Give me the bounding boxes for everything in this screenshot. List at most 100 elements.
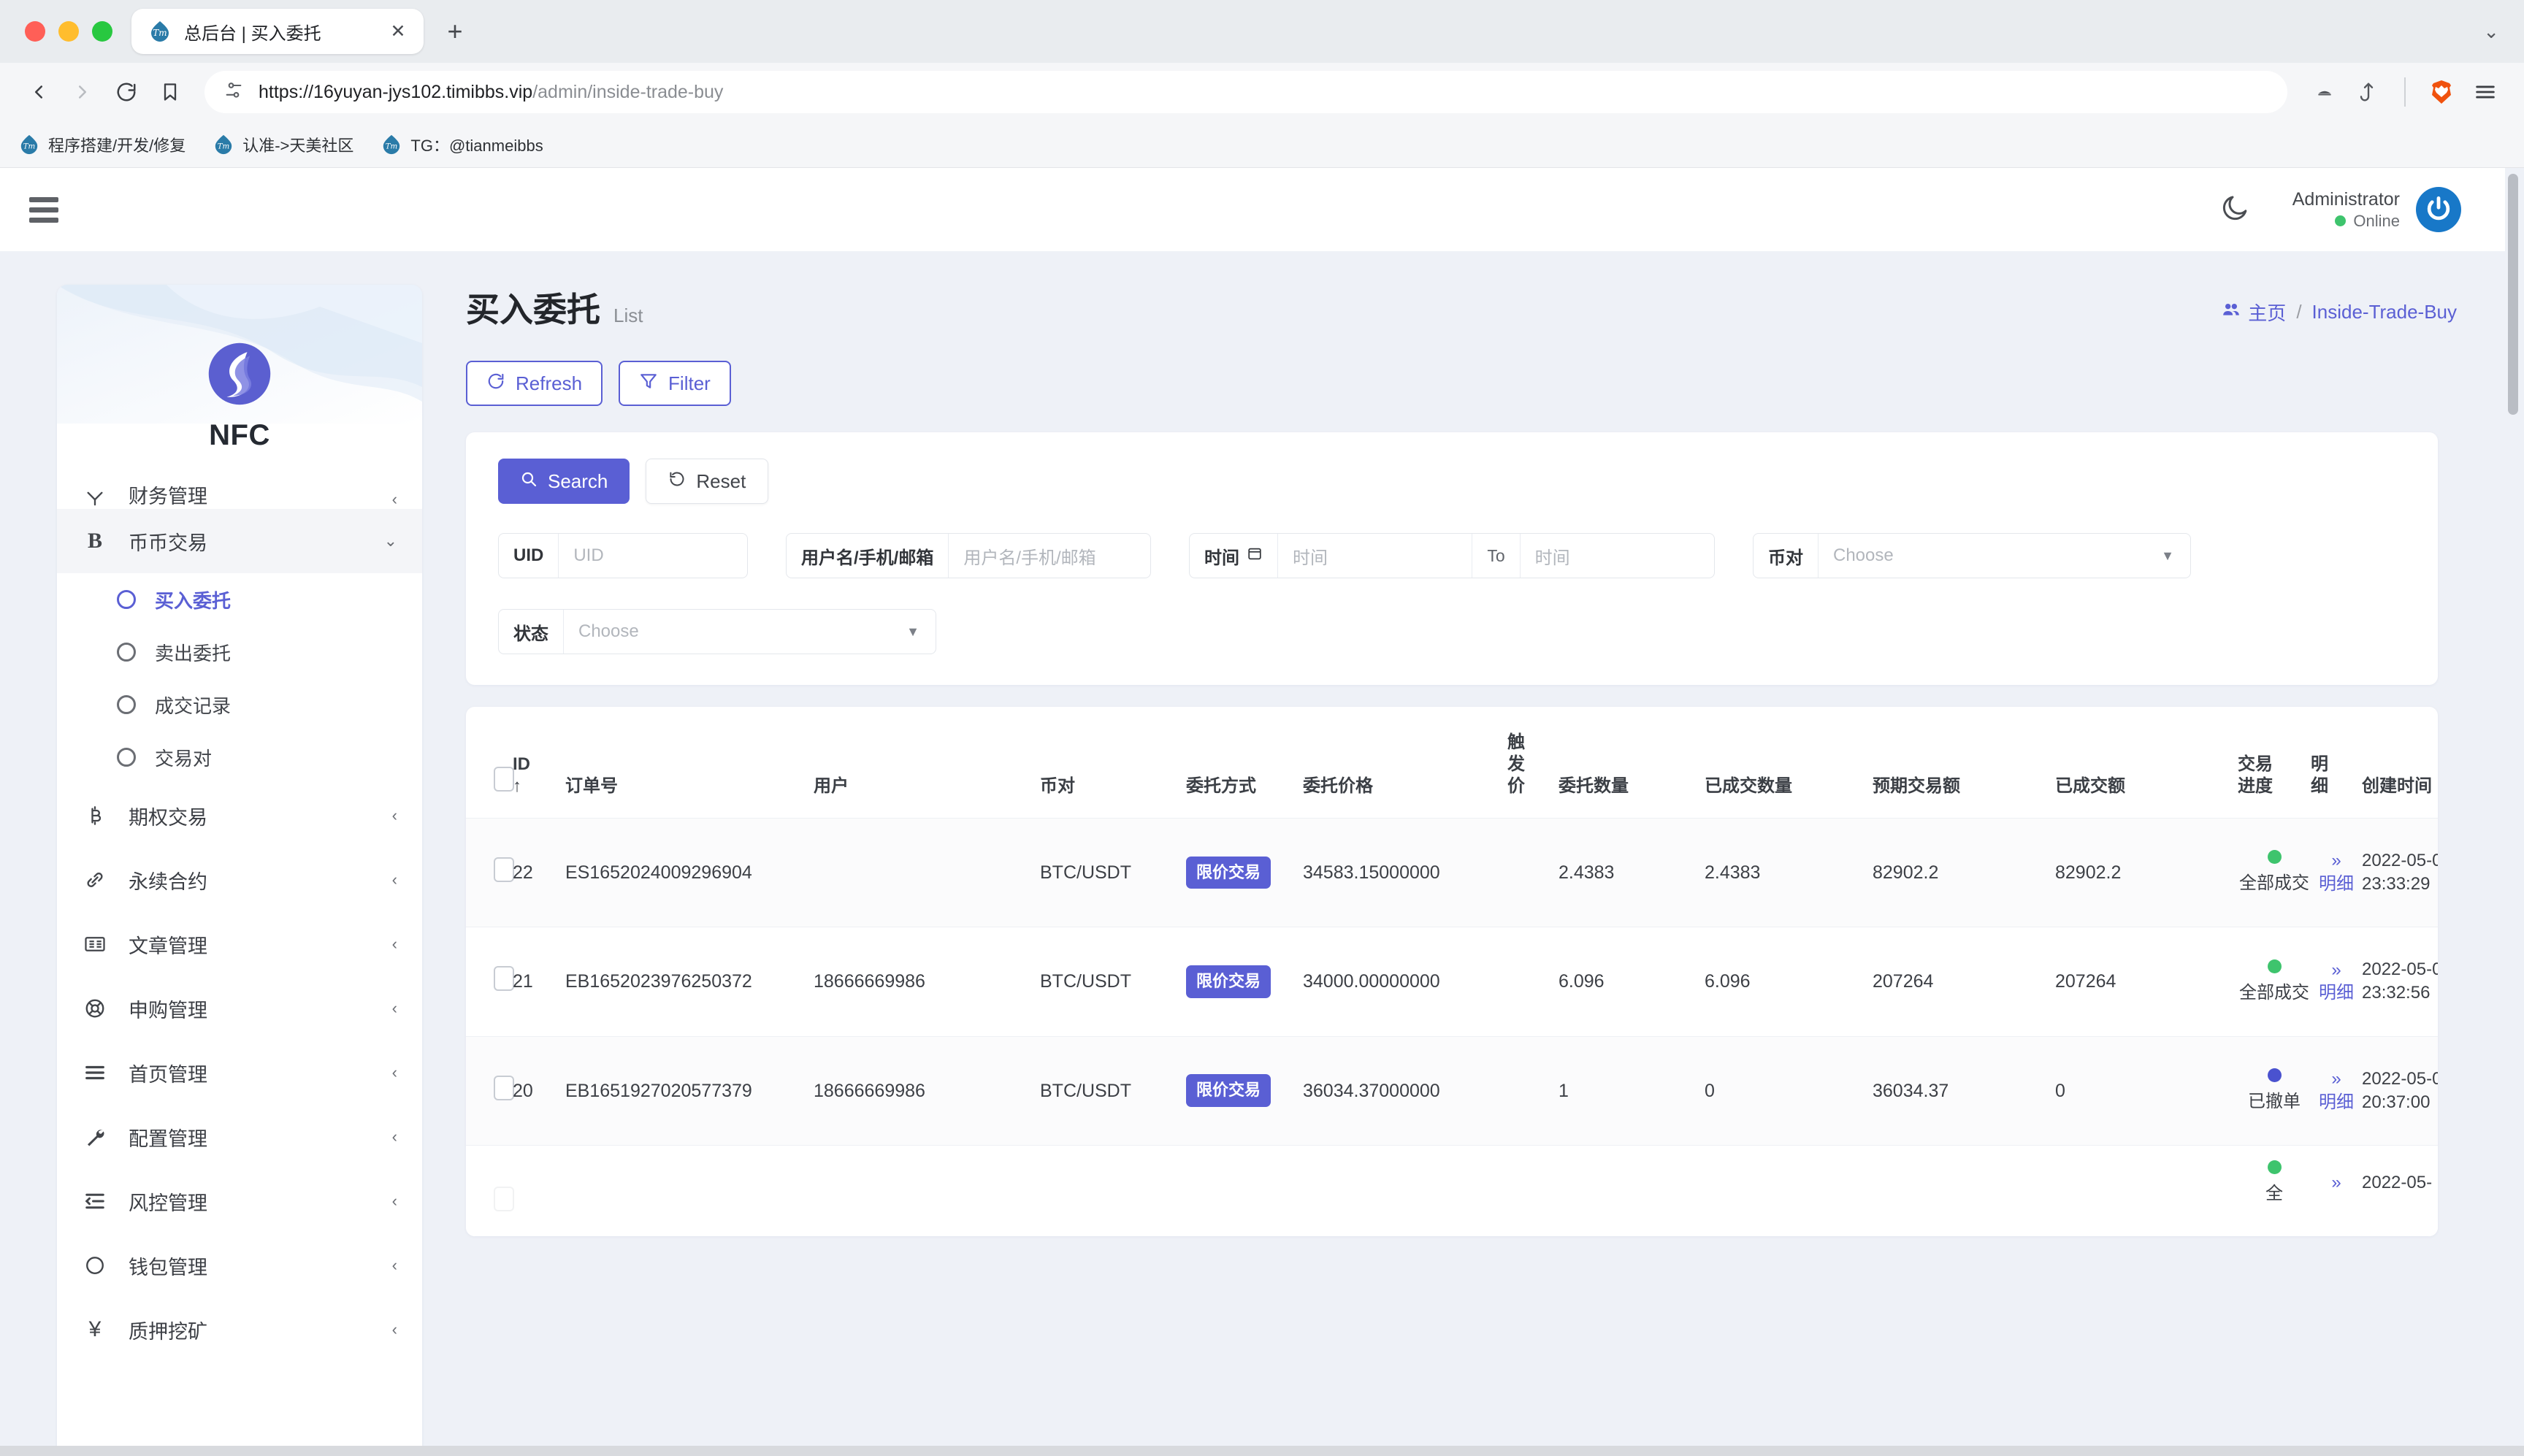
divider [2404, 77, 2406, 107]
minimize-window-button[interactable] [58, 21, 79, 42]
sidebar-item-risk-control[interactable]: 风控管理 ‹ [57, 1169, 422, 1233]
cell-detail[interactable]: » [2311, 1144, 2362, 1236]
search-button[interactable]: Search [498, 459, 630, 504]
chevron-down-icon[interactable]: ▼ [906, 610, 936, 654]
tab-strip: Tm 总后台 | 买入委托 ✕ + ⌄ [0, 0, 2524, 63]
page-scrollbar-thumb[interactable] [2508, 174, 2518, 415]
progress-label: 全 [2265, 1183, 2283, 1203]
window-traffic-lights [25, 21, 112, 42]
sidebar-item-trade-pair[interactable]: 交易对 [57, 731, 422, 783]
share-icon[interactable] [2349, 72, 2388, 112]
cell-detail[interactable]: » 明细 [2311, 817, 2362, 927]
row-checkbox[interactable] [494, 1186, 514, 1211]
row-checkbox[interactable] [494, 966, 514, 992]
sidebar-item-config[interactable]: 配置管理 ‹ [57, 1105, 422, 1169]
sidebar-item-label: 财务管理 [129, 486, 207, 507]
cell-detail[interactable]: » 明细 [2311, 927, 2362, 1037]
table-row[interactable]: 21 EB1652023976250372 18666669986 BTC/US… [466, 927, 2438, 1037]
row-checkbox[interactable] [494, 1075, 514, 1100]
browser-menu-icon[interactable] [2466, 72, 2505, 112]
forward-button[interactable] [63, 72, 102, 112]
sidebar-item-staking[interactable]: ¥ 质押挖矿 ‹ [57, 1298, 422, 1362]
col-header-id[interactable]: ID ↑ [513, 707, 565, 819]
close-tab-icon[interactable]: ✕ [386, 19, 410, 44]
chevron-down-icon[interactable]: ⌄ [2483, 20, 2499, 43]
cell-way: 限价交易 [1186, 817, 1303, 927]
sidebar-item-coin-trade[interactable]: B 币币交易 ⌄ [57, 509, 422, 573]
reset-icon [668, 470, 686, 493]
cell-qty: 1 [1559, 1035, 1705, 1146]
sidebar-item-perpetual[interactable]: 永续合约 ‹ [57, 848, 422, 912]
brave-shields-icon[interactable] [2422, 72, 2461, 112]
row-checkbox[interactable] [494, 857, 514, 882]
cell-detail[interactable]: » 明细 [2311, 1035, 2362, 1146]
sidebar-item-article[interactable]: 文章管理 ‹ [57, 912, 422, 976]
svg-text:Tm: Tm [153, 28, 167, 38]
detail-link[interactable]: 明细 [2319, 983, 2354, 1003]
chevron-left-icon: ‹ [391, 1063, 397, 1081]
reload-button[interactable] [107, 72, 146, 112]
chevron-down-icon[interactable]: ▼ [2161, 534, 2190, 578]
reset-label: Reset [696, 470, 746, 492]
created-date: 2022-05- [2362, 1172, 2433, 1192]
detail-link[interactable]: 明细 [2319, 1092, 2354, 1112]
sidebar-item-subscription[interactable]: 申购管理 ‹ [57, 976, 422, 1041]
breadcrumb-home-link[interactable]: 主页 [2222, 299, 2286, 326]
reset-button[interactable]: Reset [646, 459, 769, 504]
time-to-input[interactable]: 时间 [1521, 534, 1714, 578]
sidebar-item-option-trade[interactable]: 期权交易 ‹ [57, 783, 422, 848]
sidebar-item-sell-order[interactable]: 卖出委托 [57, 626, 422, 678]
table-row[interactable]: 全 » 2022-05- [466, 1144, 2438, 1236]
back-button[interactable] [19, 72, 58, 112]
time-from-input[interactable]: 时间 [1278, 534, 1472, 578]
time-separator: To [1472, 534, 1521, 578]
refresh-button[interactable]: Refresh [466, 361, 603, 406]
page-title: 买入委托 [466, 291, 600, 329]
table-head: ID ↑ 订单号 用户 币对 委托方式 委托价格 触发价 委托数量 已成交数量 … [466, 707, 2438, 819]
detail-link[interactable]: 明细 [2319, 874, 2354, 894]
user-menu[interactable]: Administrator Online [2292, 187, 2461, 232]
table-body: 22 ES1652024009296904 BTC/USDT 限价交易 3458… [466, 817, 2438, 1236]
downloads-icon[interactable] [2305, 72, 2344, 112]
close-window-button[interactable] [25, 21, 45, 42]
sidebar-toggle-icon[interactable] [29, 196, 64, 223]
sidebar-item-wallet[interactable]: 钱包管理 ‹ [57, 1233, 422, 1298]
sidebar-item-trade-record[interactable]: 成交记录 [57, 678, 422, 731]
svg-text:Tm: Tm [23, 142, 36, 150]
sidebar-item-buy-order[interactable]: 买入委托 [57, 573, 422, 626]
avatar[interactable] [2416, 187, 2461, 232]
time-label: 时间 [1190, 534, 1278, 578]
sidebar-item-label: 期权交易 [129, 806, 207, 829]
uid-placeholder: UID [573, 545, 604, 565]
bookmark-item[interactable]: Tm 程序搭建/开发/修复 [19, 133, 186, 156]
username-input[interactable]: 用户名/手机/邮箱 [949, 534, 1150, 578]
sidebar-item-homepage[interactable]: 首页管理 ‹ [57, 1041, 422, 1105]
address-bar[interactable]: https://16yuyan-jys102.timibbs.vip/admin… [204, 71, 2287, 113]
breadcrumb-current: Inside-Trade-Buy [2311, 301, 2457, 323]
dark-mode-toggle-icon[interactable] [2219, 193, 2250, 227]
circle-icon [117, 643, 136, 662]
col-header-detail: 明细 [2311, 754, 2328, 796]
maximize-window-button[interactable] [92, 21, 112, 42]
sidebar-item-finance[interactable]: 财务管理 ‹ [57, 477, 422, 509]
user-status-label: Online [2353, 211, 2400, 230]
horizontal-scrollbar[interactable] [0, 1446, 2524, 1456]
table-row[interactable]: 22 ES1652024009296904 BTC/USDT 限价交易 3458… [466, 817, 2438, 927]
filter-button[interactable]: Filter [619, 361, 731, 406]
pair-select[interactable]: Choose [1819, 534, 2161, 578]
select-all-checkbox[interactable] [494, 767, 514, 792]
chevron-left-icon: ‹ [391, 1192, 397, 1210]
table-row[interactable]: 20 EB1651927020577379 18666669986 BTC/US… [466, 1035, 2438, 1146]
row-select-cell [466, 927, 514, 1037]
status-select[interactable]: Choose [564, 610, 906, 654]
sidebar-subitem-label: 交易对 [155, 747, 213, 770]
new-tab-button[interactable]: + [440, 16, 470, 47]
page-scrollbar-track[interactable] [2508, 168, 2521, 1456]
tab-favicon-icon: Tm [148, 19, 172, 44]
bookmark-item[interactable]: Tm TG：@tianmeibbs [381, 133, 543, 156]
browser-tab[interactable]: Tm 总后台 | 买入委托 ✕ [131, 9, 424, 54]
uid-input[interactable]: UID [559, 534, 747, 578]
site-settings-icon[interactable] [223, 80, 244, 104]
bookmark-item[interactable]: Tm 认准->天美社区 [213, 133, 353, 156]
bookmark-button[interactable] [150, 72, 190, 112]
